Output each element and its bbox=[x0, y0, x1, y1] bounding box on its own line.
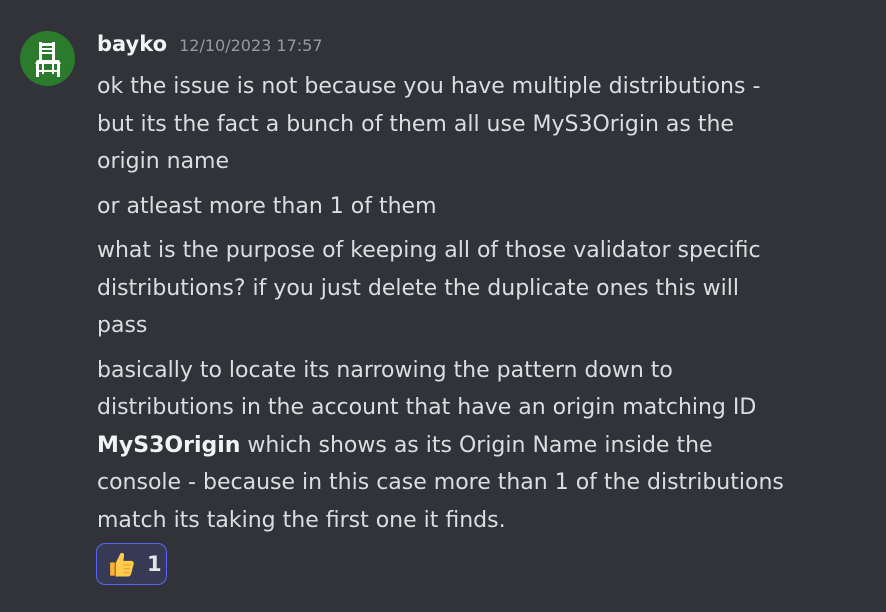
message-line: what is the purpose of keeping all of th… bbox=[97, 238, 761, 263]
message-paragraph: ok the issue is not because you have mul… bbox=[97, 68, 857, 181]
message-paragraph: what is the purpose of keeping all of th… bbox=[97, 232, 857, 345]
message-paragraph: basically to locate its narrowing the pa… bbox=[97, 352, 857, 540]
message-line: MyS3Origin which shows as its Origin Nam… bbox=[97, 427, 857, 465]
reaction-button[interactable]: 1 bbox=[96, 543, 167, 585]
avatar[interactable] bbox=[20, 31, 75, 86]
message-line: basically to locate its narrowing the pa… bbox=[97, 357, 673, 383]
thumbs-up-icon bbox=[107, 550, 135, 578]
bold-text: MyS3Origin bbox=[97, 432, 241, 458]
chair-icon bbox=[34, 41, 61, 77]
message-line: match its taking the first one it finds. bbox=[97, 507, 506, 533]
username[interactable]: bayko bbox=[97, 32, 167, 56]
timestamp[interactable]: 12/10/2023 17:57 bbox=[179, 36, 322, 55]
chat-message: bayko 12/10/2023 17:57 ok the issue is n… bbox=[0, 0, 886, 612]
line-rest: which shows as its Origin Name inside th… bbox=[240, 432, 713, 458]
message-line: origin name bbox=[97, 149, 230, 174]
message-line: distributions? if you just delete the du… bbox=[97, 275, 739, 301]
message-header: bayko 12/10/2023 17:57 bbox=[97, 32, 323, 66]
reaction-count: 1 bbox=[147, 552, 162, 576]
message-line: pass bbox=[97, 313, 148, 338]
message-paragraph: or atleast more than 1 of them bbox=[97, 188, 857, 226]
message-line: but its the fact a bunch of them all use… bbox=[97, 111, 734, 137]
message-line: console - because in this case more than… bbox=[97, 470, 784, 495]
message-line: ok the issue is not because you have mul… bbox=[97, 74, 761, 99]
message-content: ok the issue is not because you have mul… bbox=[97, 68, 857, 546]
message-line: distributions in the account that have a… bbox=[97, 395, 757, 420]
message-line: or atleast more than 1 of them bbox=[97, 193, 437, 219]
